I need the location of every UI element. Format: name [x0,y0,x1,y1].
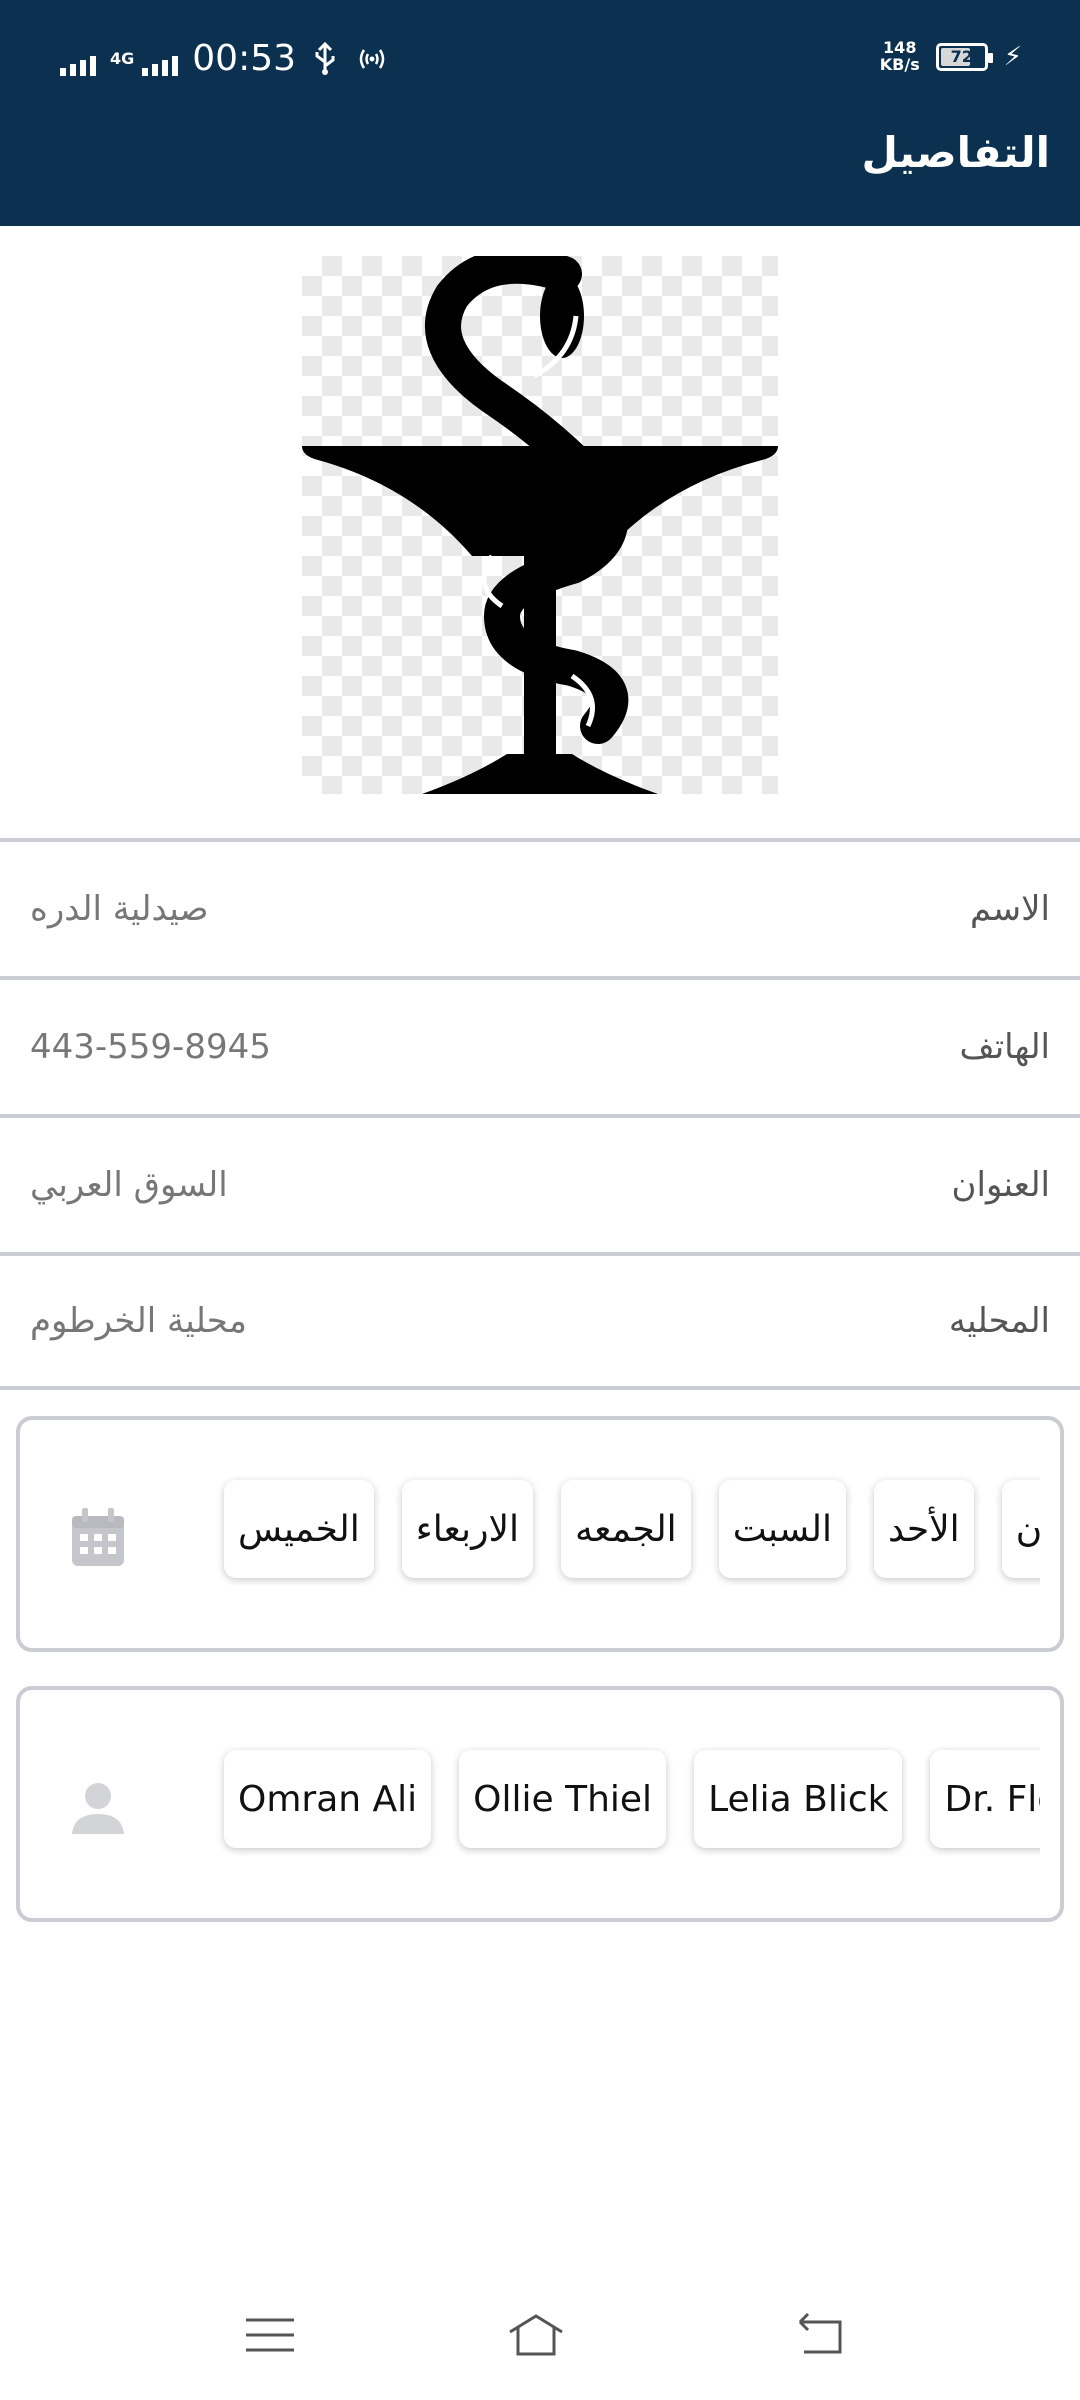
pharmacy-logo-image [302,256,778,794]
back-icon[interactable] [794,2310,854,2360]
menu-icon[interactable] [240,2310,300,2360]
doctor-chip[interactable]: Ollie Thiel [459,1750,667,1848]
details-list: صيدلية الدره الاسم 443-559-8945 الهاتف ا… [0,838,1080,1390]
network-speed: 148 KB/s [879,39,920,74]
doctor-chip[interactable]: Omran Ali [224,1750,432,1848]
days-list: الخميس الاربعاء الجمعه السبت الأحد ن [224,1480,1040,1578]
detail-label-locality: المحليه [948,1301,1050,1341]
day-chip[interactable]: ن [1001,1480,1040,1578]
detail-value-address: السوق العربي [30,1165,228,1205]
doctor-chip[interactable]: Lelia Blick [694,1750,903,1848]
home-icon[interactable] [506,2310,566,2360]
detail-row-phone: 443-559-8945 الهاتف [0,976,1080,1114]
page-title: التفاصيل [861,128,1050,177]
detail-value-locality: محلية الخرطوم [30,1301,247,1341]
detail-row-address: السوق العربي العنوان [0,1114,1080,1252]
usb-icon [315,41,335,75]
network-type: 4G [110,48,135,68]
days-scroll[interactable]: الخميس الاربعاء الجمعه السبت الأحد ن [204,1470,1040,1586]
system-nav-bar [0,2290,1080,2380]
doctors-list: Omran Ali Ollie Thiel Lelia Blick Dr. Fl… [224,1750,1040,1848]
day-chip[interactable]: الجمعه [560,1480,691,1578]
calendar-icon [72,1508,124,1566]
detail-label-address: العنوان [951,1165,1050,1205]
day-chip[interactable]: الاربعاء [401,1480,533,1578]
charging-icon: ⚡ [1003,41,1022,72]
detail-label-phone: الهاتف [959,1027,1051,1067]
day-chip[interactable]: الخميس [224,1480,374,1578]
status-left: 4G 00:53 [60,38,390,79]
status-time: 00:53 [192,38,297,79]
detail-value-phone[interactable]: 443-559-8945 [30,1027,271,1067]
doctor-chip[interactable]: Dr. Flor [930,1750,1040,1848]
doctors-card: Omran Ali Ollie Thiel Lelia Blick Dr. Fl… [16,1686,1064,1922]
detail-row-name: صيدلية الدره الاسم [0,838,1080,976]
detail-label-name: الاسم [970,889,1050,929]
battery-icon: 72 [935,42,993,71]
network-speed-unit: KB/s [879,54,920,74]
status-bar: 4G 00:53 148 KB/s 72 ⚡ [0,0,1080,120]
day-chip[interactable]: السبت [718,1480,846,1578]
app-bar: 4G 00:53 148 KB/s 72 ⚡ التفاصيل [0,0,1080,226]
signal-icon-2 [142,42,179,76]
person-icon [72,1783,124,1834]
battery-percent: 72 [950,47,973,67]
signal-icon [60,42,96,76]
doctors-scroll[interactable]: Omran Ali Ollie Thiel Lelia Blick Dr. Fl… [204,1740,1040,1856]
detail-value-name: صيدلية الدره [30,889,209,929]
day-chip[interactable]: الأحد [874,1480,974,1578]
working-days-card: الخميس الاربعاء الجمعه السبت الأحد ن [16,1416,1064,1652]
status-right: 148 KB/s 72 ⚡ [879,39,1022,74]
pharmacy-bowl-of-hygieia-icon [302,256,778,794]
hotspot-icon [359,48,385,69]
detail-row-locality: محلية الخرطوم المحليه [0,1252,1080,1390]
